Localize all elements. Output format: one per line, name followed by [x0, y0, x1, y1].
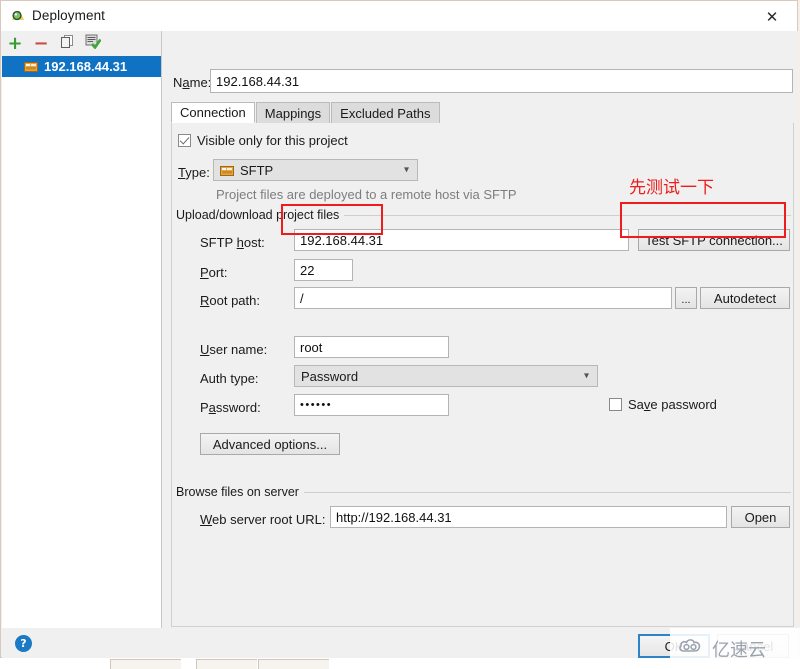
user-name-input[interactable]: root [294, 336, 449, 358]
root-path-input[interactable]: / [294, 287, 672, 309]
type-select-value: SFTP [240, 162, 274, 178]
name-input[interactable]: 192.168.44.31 [210, 69, 793, 93]
dialog-titlebar: Deployment ✕ [1, 1, 797, 31]
visible-only-checkbox[interactable] [178, 134, 191, 147]
type-label: Type: [178, 165, 210, 180]
name-label: Name: [173, 75, 212, 90]
connection-panel: Visible only for this project Type: SFTP… [171, 123, 794, 627]
test-sftp-connection-button[interactable]: Test SFTP connection... [638, 229, 790, 251]
type-select[interactable]: SFTP ▾ [213, 159, 418, 181]
auth-type-label: Auth type: [200, 371, 259, 386]
save-password-label: Save password [628, 397, 717, 412]
visible-only-checkbox-row[interactable]: Visible only for this project [178, 133, 348, 148]
root-path-label: Root path: [200, 293, 260, 308]
background-window-segment [110, 659, 181, 669]
validate-server-button[interactable] [80, 33, 106, 55]
browse-group-title: Browse files on server [176, 485, 304, 499]
web-server-root-url-label: Web server root URL: [200, 512, 326, 527]
root-path-browse-button[interactable]: ... [675, 287, 697, 309]
sftp-host-label: SFTP host: [200, 235, 265, 250]
help-icon[interactable]: ? [15, 635, 32, 652]
tab-excluded-paths[interactable]: Excluded Paths [331, 102, 440, 123]
port-input[interactable]: 22 [294, 259, 353, 281]
background-window-segment [196, 659, 257, 669]
type-hint: Project files are deployed to a remote h… [216, 187, 517, 202]
validate-icon [85, 34, 102, 54]
visible-only-label: Visible only for this project [197, 133, 348, 148]
chevron-down-icon: ▾ [403, 164, 409, 176]
save-password-checkbox[interactable] [609, 398, 622, 411]
sidebar-item-label: 192.168.44.31 [44, 59, 128, 74]
server-list-toolbar: + − [2, 31, 161, 56]
advanced-options-button[interactable]: Advanced options... [200, 433, 340, 455]
browse-group-divider [296, 492, 791, 493]
open-url-button[interactable]: Open [731, 506, 790, 528]
watermark-text: 亿速云 [712, 639, 766, 661]
screenshot-root: Deployment ✕ + − 192.168.44.31 Name: 192… [0, 0, 800, 669]
tab-bar: Connection Mappings Excluded Paths [171, 101, 794, 124]
copy-server-button[interactable] [54, 33, 80, 55]
auth-type-select-value: Password [301, 368, 359, 384]
web-server-root-url-input[interactable]: http://192.168.44.31 [330, 506, 727, 528]
password-input[interactable]: •••••• [294, 394, 449, 416]
save-password-checkbox-row[interactable]: Save password [609, 397, 717, 412]
upload-group-title: Upload/download project files [176, 208, 345, 222]
chevron-down-icon: ▾ [583, 370, 589, 382]
remove-server-button[interactable]: − [28, 33, 54, 55]
plus-icon: + [7, 32, 23, 54]
deployment-dialog: Deployment ✕ + − 192.168.44.31 Name: 192… [0, 0, 798, 658]
minus-icon: − [33, 32, 49, 54]
cloud-logo-icon [678, 636, 708, 661]
tab-mappings[interactable]: Mappings [255, 102, 331, 123]
server-list-panel: + − 192.168.44.31 [2, 31, 162, 628]
annotation-test-first: 先测试一下 [629, 178, 714, 198]
auth-type-select[interactable]: Password ▾ [294, 365, 598, 387]
password-label: Password: [200, 400, 261, 415]
autodetect-button[interactable]: Autodetect [700, 287, 790, 309]
upload-group-divider [334, 215, 791, 216]
sidebar-item-192-168-44-31[interactable]: 192.168.44.31 [2, 56, 161, 77]
dialog-title: Deployment [32, 8, 106, 23]
server-icon [24, 60, 38, 73]
user-name-label: User name: [200, 342, 268, 357]
add-server-button[interactable]: + [2, 33, 28, 55]
sftp-host-input[interactable]: 192.168.44.31 [294, 229, 629, 251]
sftp-icon [220, 164, 234, 177]
background-window-segment [258, 659, 329, 669]
deployment-icon [11, 9, 25, 23]
deployment-content: Name: 192.168.44.31 Connection Mappings … [162, 31, 798, 628]
watermark: 亿速云 [670, 628, 800, 669]
copy-icon [60, 34, 75, 54]
tab-connection[interactable]: Connection [171, 102, 255, 123]
port-label: Port: [200, 265, 228, 280]
close-icon[interactable]: ✕ [755, 7, 789, 27]
